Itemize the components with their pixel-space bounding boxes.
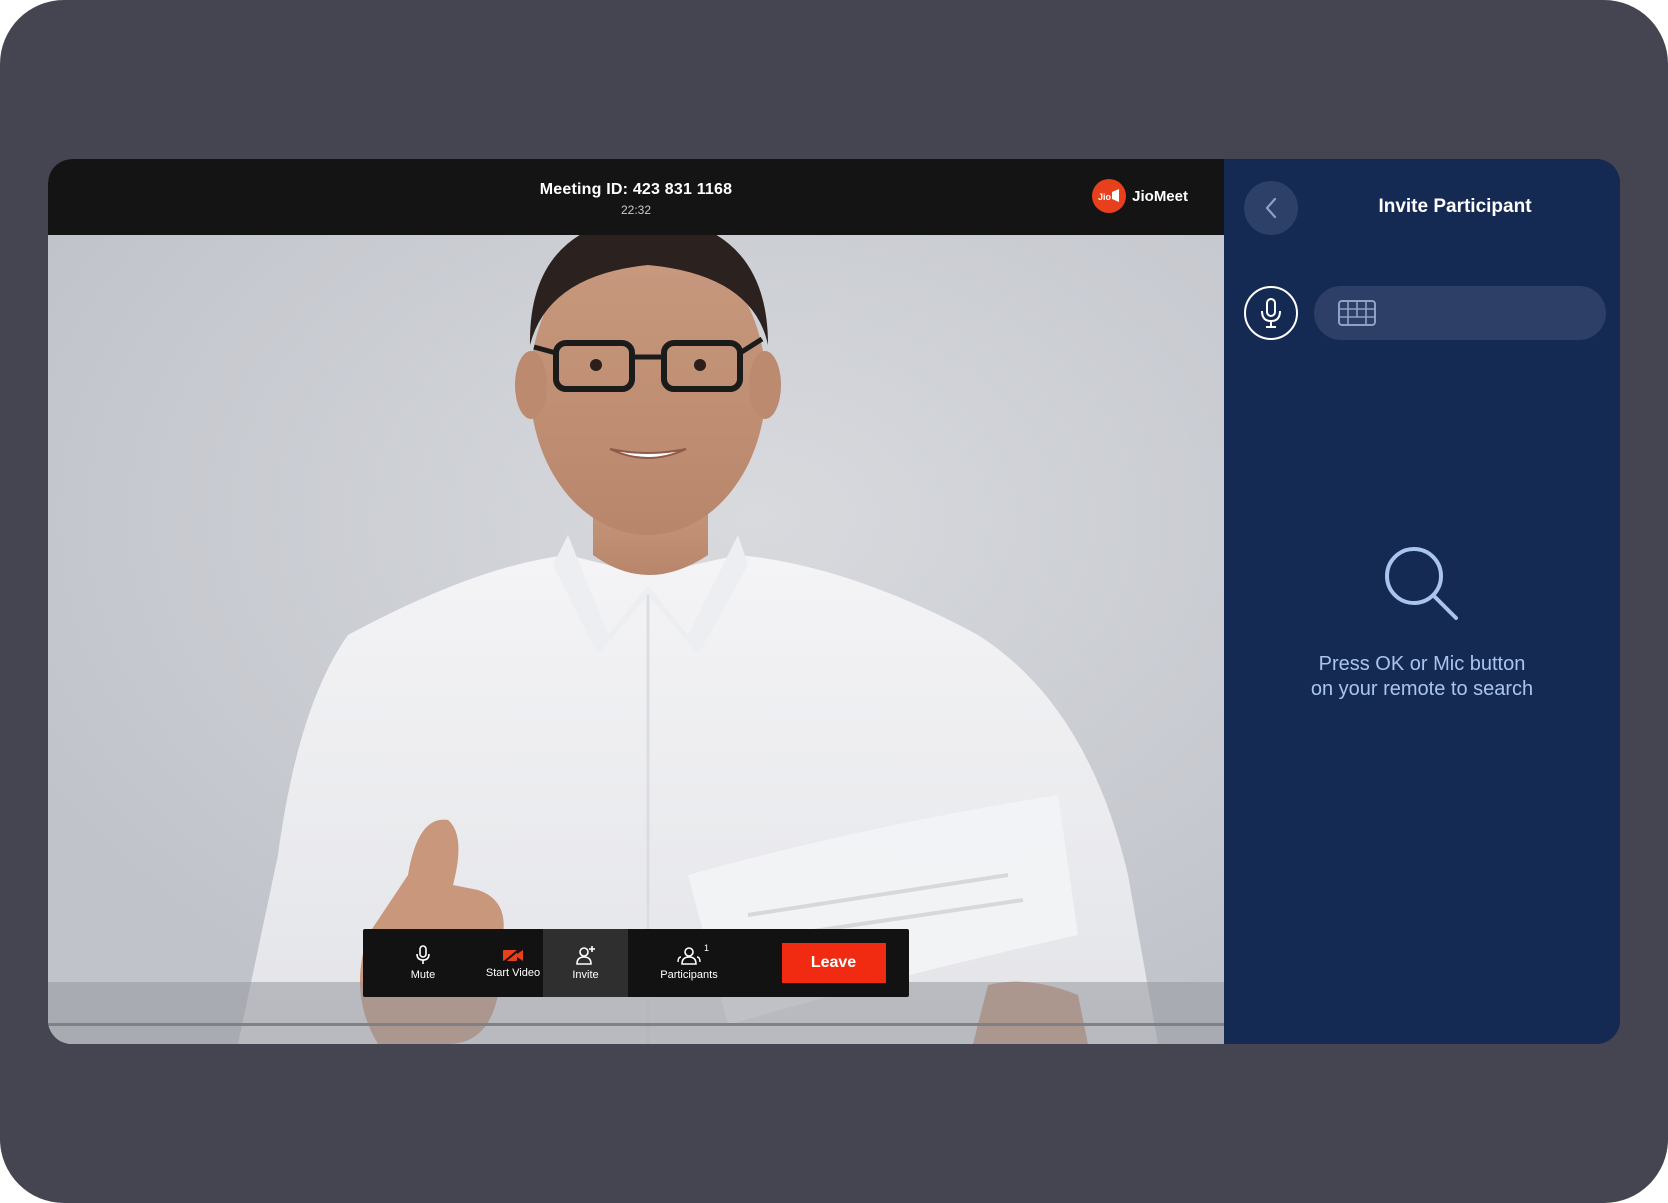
video-off-icon [503, 947, 523, 963]
back-button[interactable] [1244, 181, 1298, 235]
invite-label: Invite [572, 969, 599, 981]
search-hint-line-2: on your remote to search [1310, 678, 1534, 700]
mic-icon [1261, 298, 1281, 328]
jiomeet-logo-icon: Jio [1092, 179, 1127, 213]
meeting-header: Meeting ID: 423 831 1168 22:32 Jio JioMe… [48, 159, 1224, 235]
search-field[interactable] [1314, 286, 1606, 342]
start-video-label: Start Video [485, 967, 541, 979]
svg-text:Jio: Jio [1098, 192, 1112, 202]
meeting-id: Meeting ID: 423 831 1168 [539, 181, 733, 198]
mute-label: Mute [410, 969, 436, 981]
keyboard-icon [1338, 300, 1376, 326]
search-input[interactable] [1384, 286, 1588, 342]
panel-title: Invite Participant [1378, 196, 1532, 217]
meeting-timer: 22:32 [620, 203, 652, 217]
voice-search-button[interactable] [1244, 286, 1298, 340]
leave-button[interactable]: Leave [781, 943, 886, 983]
brand: Jio JioMeet [1092, 179, 1188, 213]
empty-state [1224, 544, 1620, 624]
brand-name: JioMeet [1132, 187, 1188, 205]
call-controls-toolbar: Mute Start Video Invite 1 Participants L… [363, 929, 909, 997]
tv-screen: Meeting ID: 423 831 1168 22:32 Jio JioMe… [48, 159, 1620, 1044]
call-area: Meeting ID: 423 831 1168 22:32 Jio JioMe… [48, 159, 1224, 1044]
search-hint: Press OK or Mic button on your remote to… [1224, 652, 1620, 702]
invite-button[interactable]: Invite [543, 929, 628, 997]
participants-count-badge: 1 [704, 943, 710, 953]
leave-container: Leave [750, 929, 909, 997]
search-icon [1385, 547, 1458, 620]
participants-label: Participants [660, 969, 718, 981]
start-video-button[interactable]: Start Video [483, 929, 543, 997]
mute-button[interactable]: Mute [363, 929, 483, 997]
controls-divider [48, 1023, 1224, 1026]
invite-participant-panel: Invite Participant Press OK or Mic butto… [1224, 159, 1620, 1044]
participant-video-image [48, 235, 1224, 1044]
participant-video [48, 235, 1224, 1044]
device-frame: Meeting ID: 423 831 1168 22:32 Jio JioMe… [0, 0, 1668, 1203]
chevron-left-icon [1265, 197, 1277, 219]
participants-button[interactable]: 1 Participants [628, 929, 750, 997]
add-person-icon [575, 946, 595, 965]
mic-icon [416, 945, 430, 964]
participants-icon [677, 947, 701, 965]
search-hint-line-1: Press OK or Mic button [1318, 653, 1526, 675]
